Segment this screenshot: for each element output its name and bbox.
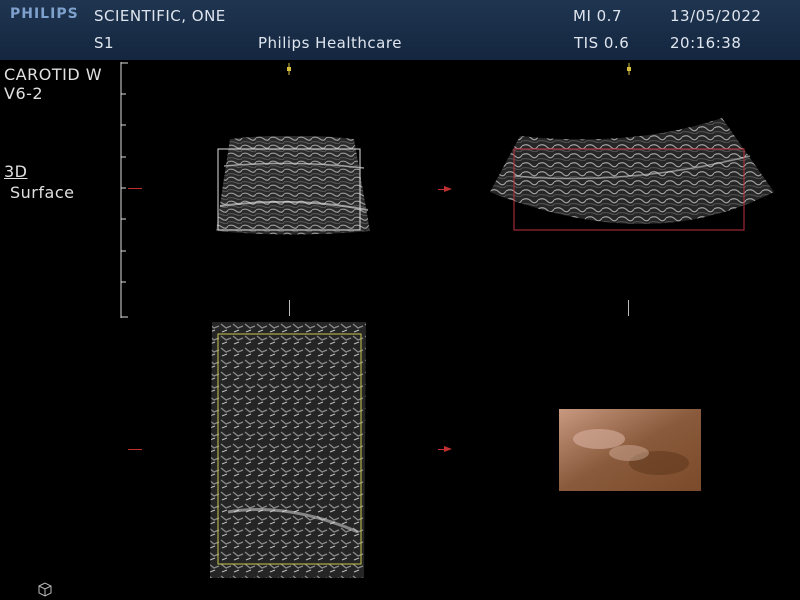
institution-name: Philips Healthcare xyxy=(258,34,402,52)
depth-ruler xyxy=(120,62,128,318)
exam-date: 13/05/2022 xyxy=(670,7,762,25)
axis-tick-right xyxy=(628,300,629,316)
header-bar: PHILIPS SCIENTIFIC, ONE MI 0.7 13/05/202… xyxy=(0,0,800,60)
exam-id: S1 xyxy=(94,34,115,52)
tis-readout: TIS 0.6 xyxy=(574,34,630,52)
mode-3d-label: 3D xyxy=(4,162,28,181)
brand-logo: PHILIPS xyxy=(10,6,79,22)
axis-marker-a xyxy=(128,188,142,189)
exam-time: 20:16:38 xyxy=(670,34,742,52)
orientation-marker-left xyxy=(287,63,291,75)
axis-arrow-a xyxy=(438,186,452,192)
render-3d-panel[interactable] xyxy=(559,409,701,491)
slice-panel-c[interactable] xyxy=(208,322,368,578)
axis-arrow-d xyxy=(438,446,452,452)
slice-panel-b[interactable] xyxy=(490,116,774,242)
3d-cube-icon[interactable] xyxy=(36,580,54,598)
slice-panel-a[interactable] xyxy=(214,136,370,236)
mi-readout: MI 0.7 xyxy=(573,7,622,25)
patient-name: SCIENTIFIC, ONE xyxy=(94,7,226,25)
axis-tick-left xyxy=(289,300,290,316)
orientation-marker-right xyxy=(627,63,631,75)
preset-label: CAROTID W xyxy=(4,65,103,84)
transducer-label: V6-2 xyxy=(4,84,44,103)
mode-surface-label: Surface xyxy=(10,183,75,202)
axis-marker-c xyxy=(128,449,142,450)
